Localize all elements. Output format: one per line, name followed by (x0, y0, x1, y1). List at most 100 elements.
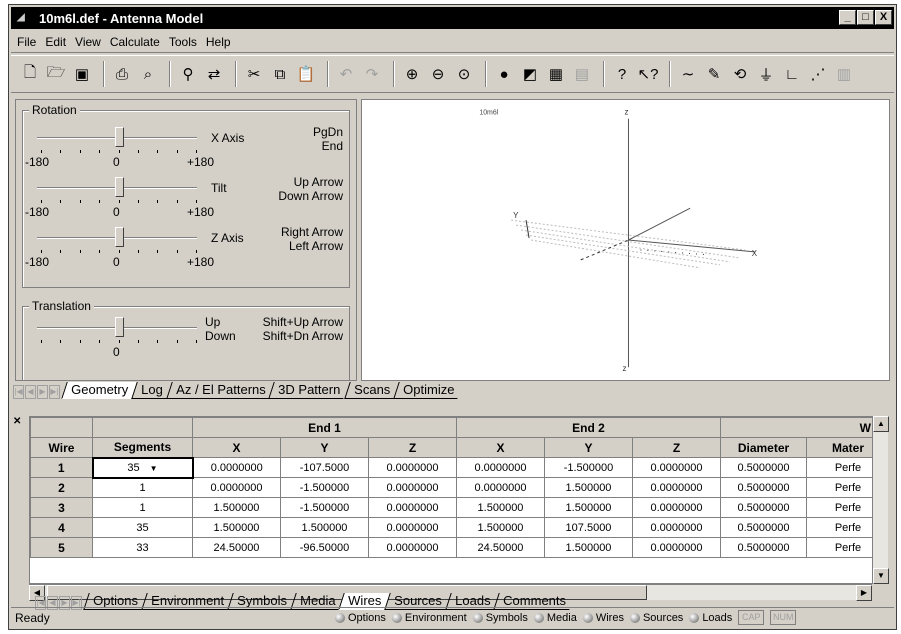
wave-icon[interactable]: ∼ (677, 63, 699, 85)
col-segments[interactable]: Segments (92, 437, 193, 458)
axes-icon[interactable]: ∟ (781, 63, 803, 85)
copy-icon[interactable]: ⧉ (269, 63, 291, 85)
disabled-icon[interactable]: ▤ (571, 63, 593, 85)
wire-number[interactable]: 5 (30, 537, 93, 558)
cell[interactable]: 0.0000000 (632, 457, 721, 478)
sphere-icon[interactable]: ● (493, 63, 515, 85)
print-icon[interactable]: ⎙ (111, 63, 133, 85)
status-options[interactable]: Options (335, 612, 386, 624)
cell[interactable]: -96.50000 (280, 537, 369, 558)
table-row[interactable]: 5 33 24.50000 -96.50000 0.0000000 24.500… (30, 537, 887, 558)
x-axis-slider-thumb[interactable] (115, 127, 124, 147)
loop-icon[interactable]: ⟲ (729, 63, 751, 85)
table-row[interactable]: 2 1 0.0000000 -1.500000 0.0000000 0.0000… (30, 477, 887, 498)
context-help-icon[interactable]: ↖? (637, 63, 659, 85)
tab-3d-pattern[interactable]: 3D Pattern (268, 382, 350, 399)
title-bar[interactable]: ◢ 10m6l.def - Antenna Model _ □ X (11, 7, 894, 29)
menu-help[interactable]: Help (206, 35, 231, 49)
cell[interactable]: 33 (92, 537, 193, 558)
redo-icon[interactable]: ↷ (361, 63, 383, 85)
edit-icon[interactable]: ✎ (703, 63, 725, 85)
wire-number[interactable]: 1 (30, 457, 93, 478)
menu-edit[interactable]: Edit (45, 35, 66, 49)
menu-file[interactable]: File (17, 35, 36, 49)
z-axis-slider-thumb[interactable] (115, 227, 124, 247)
cell[interactable]: 1 (92, 497, 193, 518)
cell[interactable]: 0.0000000 (192, 457, 281, 478)
menu-calculate[interactable]: Calculate (110, 35, 160, 49)
minimize-button[interactable]: _ (839, 10, 856, 25)
cell[interactable]: 0.0000000 (368, 517, 457, 538)
scroll-right-icon[interactable]: ▶ (856, 585, 872, 601)
cell[interactable]: 1.500000 (192, 517, 281, 538)
undo-icon[interactable]: ↶ (335, 63, 357, 85)
cell[interactable]: 1.500000 (192, 497, 281, 518)
cell[interactable]: 0.0000000 (368, 497, 457, 518)
cell[interactable]: 107.5000 (544, 517, 633, 538)
col-end2-x[interactable]: X (456, 437, 545, 458)
cell[interactable]: 0.5000000 (720, 537, 807, 558)
cell[interactable]: -1.500000 (280, 497, 369, 518)
cell[interactable]: 1.500000 (544, 537, 633, 558)
help-icon[interactable]: ? (611, 63, 633, 85)
col-end1-y[interactable]: Y (280, 437, 369, 458)
col-end2-y[interactable]: Y (544, 437, 633, 458)
table-icon[interactable]: ▥ (833, 63, 855, 85)
wire-number[interactable]: 4 (30, 517, 93, 538)
cell[interactable]: 0.0000000 (632, 497, 721, 518)
tab-geometry[interactable]: Geometry (61, 382, 137, 399)
maximize-button[interactable]: □ (857, 10, 874, 25)
save-icon[interactable]: ▣ (71, 63, 93, 85)
grid-vertical-scrollbar[interactable]: ▲ ▼ (872, 416, 889, 584)
status-media[interactable]: Media (533, 612, 577, 624)
zoom-out-icon[interactable]: ⊖ (427, 63, 449, 85)
ground-icon[interactable]: ⏚ (755, 63, 777, 85)
3d-viewport[interactable]: 10m6l z z Y X (361, 99, 890, 381)
col-diameter[interactable]: Diameter (720, 437, 807, 458)
open-folder-icon[interactable]: 🗁 (45, 63, 67, 85)
wire-number[interactable]: 3 (30, 497, 93, 518)
cell[interactable]: 0.0000000 (456, 457, 545, 478)
zoom-fit-icon[interactable]: ⊙ (453, 63, 475, 85)
tab-optimize[interactable]: Optimize (392, 382, 463, 399)
cell[interactable]: 1 (92, 477, 193, 498)
tab-nav-arrows[interactable]: |◀ ◀ ▶ ▶| (13, 385, 60, 399)
wire-number[interactable]: 2 (30, 477, 93, 498)
tab-az-el-patterns[interactable]: Az / El Patterns (166, 382, 275, 399)
scatter-icon[interactable]: ⋰ (807, 63, 829, 85)
cell[interactable]: 1.500000 (456, 497, 545, 518)
zoom-in-icon[interactable]: ⊕ (401, 63, 423, 85)
cell[interactable]: -107.5000 (280, 457, 369, 478)
cell[interactable]: 0.0000000 (632, 537, 721, 558)
cell[interactable]: 1.500000 (456, 517, 545, 538)
table-row[interactable]: 3 1 1.500000 -1.500000 0.0000000 1.50000… (30, 497, 887, 518)
status-symbols[interactable]: Symbols (472, 612, 528, 624)
new-file-icon[interactable]: 🗋 (19, 63, 41, 85)
status-sources[interactable]: Sources (629, 612, 683, 624)
cell[interactable]: 0.0000000 (368, 457, 457, 478)
status-wires[interactable]: Wires (582, 612, 624, 624)
cell[interactable]: -1.500000 (544, 457, 633, 478)
menu-view[interactable]: View (75, 35, 101, 49)
cell[interactable]: 0.5000000 (720, 497, 807, 518)
status-loads[interactable]: Loads (689, 612, 732, 624)
segments-dropdown[interactable]: 35 ▼ (91, 456, 194, 479)
cell[interactable]: 24.50000 (456, 537, 545, 558)
col-wire[interactable]: Wire (30, 437, 93, 458)
scroll-up-icon[interactable]: ▲ (873, 416, 889, 432)
grid-icon[interactable]: ▦ (545, 63, 567, 85)
cell[interactable]: 0.5000000 (720, 457, 807, 478)
close-button[interactable]: X (875, 10, 892, 25)
cell[interactable]: 0.0000000 (456, 477, 545, 498)
paste-icon[interactable]: 📋 (295, 63, 317, 85)
table-row[interactable]: 4 35 1.500000 1.500000 0.0000000 1.50000… (30, 517, 887, 538)
col-end1-x[interactable]: X (192, 437, 281, 458)
cell[interactable]: 0.0000000 (632, 477, 721, 498)
scroll-down-icon[interactable]: ▼ (873, 568, 889, 584)
cell[interactable]: 1.500000 (280, 517, 369, 538)
tilt-slider-thumb[interactable] (115, 177, 124, 197)
tab-log[interactable]: Log (131, 382, 172, 399)
cell[interactable]: 1.500000 (544, 497, 633, 518)
cell[interactable]: 24.50000 (192, 537, 281, 558)
table-row[interactable]: 1 35 ▼ 0.0000000 -107.5000 0.0000000 0.00… (30, 456, 887, 479)
